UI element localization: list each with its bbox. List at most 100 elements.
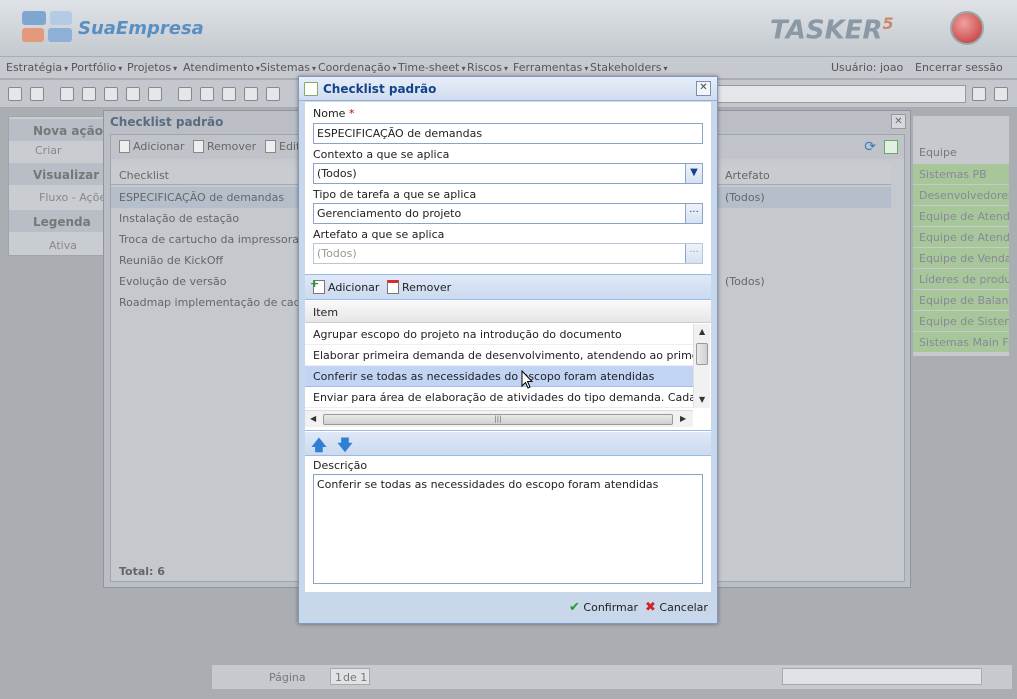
edit-icon[interactable]: [126, 87, 140, 101]
phone-icon[interactable]: [266, 87, 280, 101]
list-remove-label: Remover: [207, 140, 257, 153]
scroll-down-icon[interactable]: ▼: [699, 395, 705, 404]
arrow-up-icon[interactable]: 🡅: [311, 435, 327, 454]
items-add-button[interactable]: + Adicionar: [310, 277, 380, 294]
dialog-title: Checklist padrão: [323, 82, 437, 96]
cancel-button[interactable]: ✖ Cancelar: [645, 600, 708, 615]
cancel-icon: ✖: [645, 600, 656, 615]
scroll-right-icon[interactable]: ▶: [680, 414, 686, 423]
help-icon[interactable]: [994, 87, 1008, 101]
row-name: ESPECIFICAÇÃO de demandas: [119, 191, 285, 204]
required-mark: *: [348, 107, 355, 120]
list-item-selected[interactable]: Conferir se todas as necessidades do esc…: [305, 366, 693, 387]
menu-coordenacao[interactable]: Coordenação: [318, 61, 396, 74]
hierarchy-icon[interactable]: [178, 87, 192, 101]
context-select[interactable]: (Todos) ▼: [313, 163, 703, 184]
menu-sistemas[interactable]: Sistemas: [260, 61, 316, 74]
filter-icon[interactable]: [8, 87, 22, 101]
company-logo-icon: [22, 11, 72, 43]
artifact-value: (Todos): [317, 247, 357, 260]
check-icon: ✔: [569, 600, 580, 615]
list-icon[interactable]: [222, 87, 236, 101]
task-type-label: Tipo de tarefa a que se aplica: [313, 188, 477, 201]
menu-portfolio[interactable]: Portfólio: [71, 61, 122, 74]
list-item[interactable]: Elaborar primeira demanda de desenvolvim…: [305, 345, 693, 366]
team-row[interactable]: Sistemas Main Fra: [913, 332, 1009, 352]
arrow-down-icon[interactable]: 🡇: [337, 435, 353, 454]
scroll-thumb[interactable]: |||: [323, 414, 673, 425]
row-artifact: (Todos): [725, 275, 765, 288]
check-icon[interactable]: [148, 87, 162, 101]
task-type-field[interactable]: Gerenciamento do projeto ···: [313, 203, 703, 224]
team-row[interactable]: Equipe de Atendim: [913, 206, 1009, 226]
list-item[interactable]: Agrupar escopo do projeto na introdução …: [305, 324, 693, 345]
menu-ferramentas[interactable]: Ferramentas: [513, 61, 588, 74]
legend-active: Ativa: [49, 239, 77, 252]
list-remove-button[interactable]: Remover: [193, 140, 256, 153]
scroll-left-icon[interactable]: ◀: [310, 414, 316, 423]
menu-projetos[interactable]: Projetos: [127, 61, 177, 74]
refresh-icon[interactable]: ⟳: [864, 139, 876, 155]
row-name: Instalação de estação: [119, 212, 240, 225]
create-link[interactable]: Criar: [35, 144, 62, 157]
app-version: 5: [882, 14, 894, 33]
notes-icon[interactable]: [30, 87, 44, 101]
items-vertical-scrollbar[interactable]: ▲ ▼: [693, 324, 710, 408]
mouse-cursor-icon: [521, 370, 534, 389]
people-icon[interactable]: [104, 87, 118, 101]
items-grid: Item Agrupar escopo do projeto na introd…: [305, 301, 711, 431]
table-icon[interactable]: [244, 87, 258, 101]
grid-icon[interactable]: [200, 87, 214, 101]
list-add-label: Adicionar: [133, 140, 185, 153]
menu-riscos[interactable]: Riscos: [467, 61, 508, 74]
items-add-label: Adicionar: [328, 281, 380, 294]
add-icon: +: [310, 277, 325, 294]
calendar-icon[interactable]: [82, 87, 96, 101]
search-input[interactable]: [713, 85, 966, 103]
list-close-icon[interactable]: ✕: [891, 114, 906, 129]
team-row[interactable]: Equipe de Atendim: [913, 227, 1009, 247]
team-row[interactable]: Desenvolvedores: [913, 185, 1009, 205]
flow-link[interactable]: Fluxo - Açõe: [39, 191, 106, 204]
binoculars-icon[interactable]: [972, 87, 986, 101]
list-add-button[interactable]: Adicionar: [119, 140, 184, 153]
dialog-titlebar: Checklist padrão ✕: [299, 77, 717, 101]
name-field[interactable]: ESPECIFICAÇÃO de demandas: [313, 123, 703, 144]
scroll-thumb[interactable]: [696, 343, 708, 365]
context-label: Contexto a que se aplica: [313, 148, 450, 161]
name-label-text: Nome: [313, 107, 346, 120]
list-item[interactable]: Enviar para área de elaboração de ativid…: [305, 387, 693, 408]
page-total: de 1: [343, 671, 368, 684]
app-window: SuaEmpresa TASKER5 Estratégia Portfólio …: [0, 0, 1017, 699]
team-row[interactable]: Líderes de produto: [913, 269, 1009, 289]
col-artifact[interactable]: Artefato: [725, 169, 770, 182]
items-remove-button[interactable]: Remover: [387, 280, 451, 294]
pager-search-input[interactable]: [782, 668, 982, 685]
close-icon[interactable]: ✕: [696, 81, 711, 96]
team-row[interactable]: Equipe de Balance: [913, 290, 1009, 310]
menu-estrategia[interactable]: Estratégia: [6, 61, 68, 74]
remove-icon: [387, 280, 399, 294]
team-row[interactable]: Equipe de Sistema: [913, 311, 1009, 331]
items-column-header[interactable]: Item: [305, 301, 711, 323]
scroll-up-icon[interactable]: ▲: [699, 327, 705, 336]
team-row[interactable]: Equipe de Venda: [913, 248, 1009, 268]
team-row[interactable]: Sistemas PB: [913, 164, 1009, 184]
items-horizontal-scrollbar[interactable]: ◀ ||| ▶: [305, 410, 693, 427]
col-checklist[interactable]: Checklist: [119, 169, 169, 182]
team-header: Equipe: [919, 146, 957, 159]
logout-link[interactable]: Encerrar sessão: [915, 61, 1003, 74]
checklist-icon: [304, 82, 318, 96]
chevron-down-icon[interactable]: ▼: [685, 164, 702, 183]
menu-atendimento[interactable]: Atendimento: [183, 61, 260, 74]
context-value: (Todos): [317, 167, 357, 180]
export-icon[interactable]: [884, 140, 898, 154]
menu-timesheet[interactable]: Time-sheet: [398, 61, 465, 74]
items-toolbar: + Adicionar Remover: [305, 274, 711, 300]
menu-stakeholders[interactable]: Stakeholders: [590, 61, 668, 74]
description-textarea[interactable]: Conferir se todas as necessidades do esc…: [313, 474, 703, 584]
ellipsis-icon[interactable]: ···: [685, 204, 702, 223]
tree-icon[interactable]: [60, 87, 74, 101]
clock-icon[interactable]: [950, 11, 984, 45]
confirm-button[interactable]: ✔ Confirmar: [569, 600, 638, 615]
